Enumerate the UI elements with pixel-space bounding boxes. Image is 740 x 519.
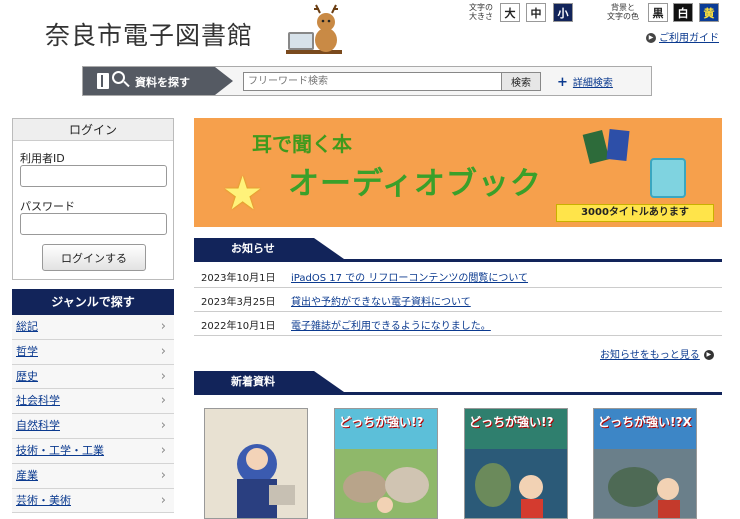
color-black-button[interactable]: 黒 bbox=[648, 3, 668, 22]
news-title-link[interactable]: 電子雑誌がご利用できるようになりました。 bbox=[291, 317, 491, 332]
color-yellow-button[interactable]: 黄 bbox=[699, 3, 719, 22]
font-size-small-button[interactable]: 小 bbox=[553, 3, 573, 22]
book-icon bbox=[582, 130, 610, 164]
book-cover[interactable]: どっちが強い!? bbox=[334, 408, 438, 519]
search-bar: 資料を探す 検索 + 詳細検索 bbox=[82, 66, 652, 96]
banner-tag: 3000タイトルあります bbox=[556, 204, 714, 222]
book-icon bbox=[97, 73, 109, 89]
banner-subtitle: 耳で聞く本 bbox=[252, 132, 352, 156]
font-size-label: 文字の 大きさ bbox=[469, 3, 493, 21]
book-cover-illustration bbox=[237, 444, 295, 518]
plus-icon: + bbox=[557, 75, 568, 90]
genre-item[interactable]: 自然科学 › bbox=[12, 414, 174, 439]
genre-item-label: 自然科学 bbox=[16, 419, 60, 433]
news-item: 2023年10月1日 iPadOS 17 での リフローコンテンツの閲覧について bbox=[194, 264, 722, 288]
chevron-right-icon: › bbox=[160, 319, 166, 334]
search-tab-label: 資料を探す bbox=[135, 76, 190, 89]
news-list: 2023年10月1日 iPadOS 17 での リフローコンテンツの閲覧について… bbox=[194, 264, 722, 336]
search-icon bbox=[112, 71, 125, 84]
user-id-field[interactable] bbox=[20, 165, 167, 187]
news-title-link[interactable]: iPadOS 17 での リフローコンテンツの閲覧について bbox=[291, 269, 528, 284]
genre-item-label: 産業 bbox=[16, 468, 38, 482]
book-cover-title: どっちが強い!? bbox=[469, 415, 554, 429]
genre-list: 総記 › 哲学 › 歴史 › 社会科学 › 自然科学 › 技術・工学・工業 › 産業 › 芸術… bbox=[12, 315, 174, 514]
search-tab[interactable]: 資料を探す bbox=[83, 67, 233, 95]
news-title-link[interactable]: 貸出や予約ができない電子資料について bbox=[291, 293, 471, 308]
chevron-right-icon: › bbox=[160, 393, 166, 409]
advanced-search-link[interactable]: + 詳細検索 bbox=[557, 74, 613, 90]
genre-item-label: 哲学 bbox=[16, 344, 38, 358]
book-cover-title: どっちが強い!?X bbox=[598, 415, 692, 429]
search-input[interactable] bbox=[243, 72, 503, 91]
news-header: お知らせ bbox=[194, 238, 722, 262]
news-more-link[interactable]: お知らせをもっと見る ▶ bbox=[600, 346, 714, 361]
arrow-right-icon: ▶ bbox=[703, 350, 714, 360]
color-label: 背景と 文字の色 bbox=[607, 3, 639, 21]
audio-player-icon bbox=[650, 158, 686, 198]
advanced-search-label: 詳細検索 bbox=[572, 78, 613, 89]
genre-title: ジャンルで探す bbox=[12, 289, 174, 315]
search-button[interactable]: 検索 bbox=[501, 72, 541, 91]
genre-item[interactable]: 総記 › bbox=[12, 315, 174, 340]
help-guide-link[interactable]: ▶ ご利用ガイド bbox=[646, 29, 719, 44]
genre-item-label: 歴史 bbox=[16, 369, 38, 383]
genre-item[interactable]: 社会科学 › bbox=[12, 389, 174, 415]
help-guide-label: ご利用ガイド bbox=[659, 33, 719, 44]
login-box: ログイン 利用者ID パスワード ログインする bbox=[12, 118, 174, 280]
mascot-logo bbox=[286, 4, 342, 54]
audiobook-banner[interactable]: 耳で聞く本 オーディオブック ★ 3000タイトルあります bbox=[194, 118, 722, 227]
genre-item[interactable]: 歴史 › bbox=[12, 364, 174, 390]
news-item: 2023年3月25日 貸出や予約ができない電子資料について bbox=[194, 288, 722, 312]
news-item: 2022年10月1日 電子雑誌がご利用できるようになりました。 bbox=[194, 312, 722, 336]
arrow-right-icon: ▶ bbox=[646, 33, 656, 43]
genre-item[interactable]: 芸術・美術 › bbox=[12, 488, 174, 514]
password-field[interactable] bbox=[20, 213, 167, 235]
news-date: 2022年10月1日 bbox=[201, 321, 276, 332]
star-icon: ★ bbox=[222, 166, 264, 220]
font-size-large-button[interactable]: 大 bbox=[500, 3, 520, 22]
login-title: ログイン bbox=[13, 119, 173, 141]
chevron-right-icon: › bbox=[160, 343, 166, 359]
new-arrivals-header: 新着資料 bbox=[194, 371, 722, 395]
genre-item[interactable]: 産業 › bbox=[12, 463, 174, 489]
chevron-right-icon: › bbox=[160, 368, 166, 384]
banner-title: オーディオブック bbox=[288, 166, 542, 202]
book-cover[interactable]: どっちが強い!? bbox=[464, 408, 568, 519]
genre-item[interactable]: 哲学 › bbox=[12, 339, 174, 365]
news-date: 2023年10月1日 bbox=[201, 273, 276, 284]
news-date: 2023年3月25日 bbox=[201, 297, 276, 308]
color-white-button[interactable]: 白 bbox=[673, 3, 693, 22]
genre-item-label: 技術・工学・工業 bbox=[16, 443, 104, 457]
chevron-right-icon: › bbox=[160, 492, 166, 508]
new-arrivals-title: 新着資料 bbox=[194, 371, 344, 392]
book-cover[interactable]: どっちが強い!?X bbox=[593, 408, 697, 519]
genre-item[interactable]: 技術・工学・工業 › bbox=[12, 438, 174, 464]
chevron-right-icon: › bbox=[160, 467, 166, 483]
login-button[interactable]: ログインする bbox=[42, 244, 146, 271]
book-cover-title: どっちが強い!? bbox=[339, 415, 424, 429]
news-more-label: お知らせをもっと見る bbox=[600, 350, 700, 361]
chevron-right-icon: › bbox=[160, 418, 166, 434]
book-icon bbox=[606, 129, 630, 161]
genre-item-label: 総記 bbox=[16, 320, 38, 333]
user-id-label: 利用者ID bbox=[20, 152, 65, 165]
genre-item-label: 芸術・美術 bbox=[16, 493, 71, 507]
password-label: パスワード bbox=[20, 200, 75, 213]
genre-item-label: 社会科学 bbox=[16, 394, 60, 408]
font-size-medium-button[interactable]: 中 bbox=[526, 3, 546, 22]
book-cover[interactable] bbox=[204, 408, 308, 519]
site-title[interactable]: 奈良市電子図書館 bbox=[45, 16, 253, 52]
news-title: お知らせ bbox=[194, 238, 344, 259]
chevron-right-icon: › bbox=[160, 442, 166, 458]
